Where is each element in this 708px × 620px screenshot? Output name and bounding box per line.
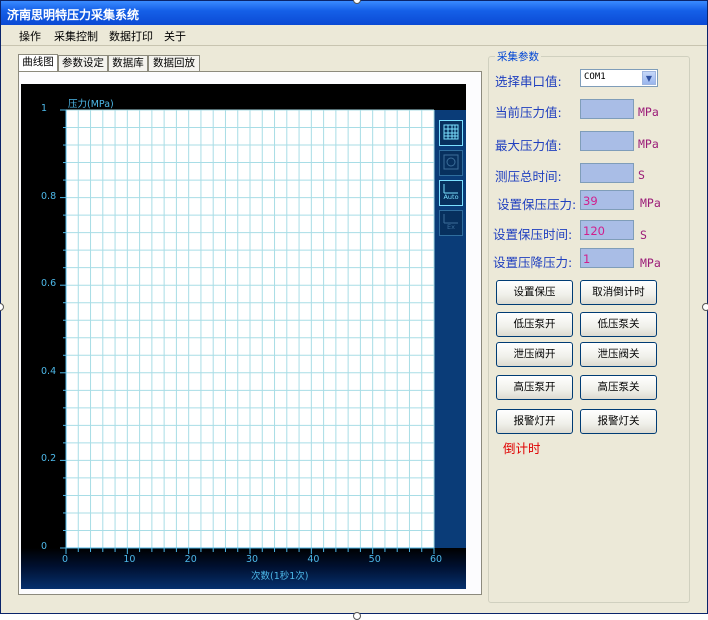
current-pressure-label: 当前压力值: — [495, 105, 562, 120]
hold-time-label: 设置保压时间: — [493, 227, 573, 242]
menu-bar: 操作 采集控制 数据打印 关于 — [1, 25, 707, 46]
y-tick-label: 0.4 — [41, 365, 57, 377]
total-time-field[interactable] — [580, 163, 634, 183]
total-time-label: 测压总时间: — [495, 169, 562, 184]
hold-pressure-unit: MPa — [640, 196, 661, 210]
alarm-light-on-button[interactable]: 报警灯开 — [496, 409, 573, 434]
x-tick-label: 50 — [368, 554, 381, 565]
port-value: COM1 — [584, 72, 606, 82]
tab-data-playback[interactable]: 数据回放 — [148, 55, 200, 71]
menu-item-data-print[interactable]: 数据打印 — [109, 28, 153, 44]
tab-param-settings[interactable]: 参数设定 — [58, 55, 108, 71]
x-tick-label: 60 — [430, 554, 443, 565]
menu-item-acquisition-control[interactable]: 采集控制 — [54, 28, 98, 44]
max-pressure-field[interactable] — [580, 131, 634, 151]
tab-database[interactable]: 数据库 — [108, 55, 148, 71]
hold-pressure-field[interactable]: 39 — [580, 190, 634, 210]
title-bar[interactable]: 济南思明特压力采集系统 — [1, 1, 707, 25]
max-pressure-unit: MPa — [638, 137, 659, 151]
x-tick-label: 40 — [307, 554, 320, 565]
x-tick-label: 30 — [246, 554, 259, 565]
set-hold-button[interactable]: 设置保压 — [496, 280, 573, 305]
port-label: 选择串口值: — [495, 74, 562, 89]
relief-valve-open-button[interactable]: 泄压阀开 — [496, 342, 573, 367]
pressure-chart[interactable]: Auto Ex 压力(MPa) 次数(1秒1次) 0 10 20 30 40 50 60 0 0… — [21, 84, 466, 589]
y-tick-label: 0.6 — [41, 278, 57, 290]
low-pump-on-button[interactable]: 低压泵开 — [496, 312, 573, 337]
y-tick-label: 0.8 — [41, 190, 57, 202]
y-tick-label: 1 — [41, 103, 48, 114]
low-pump-off-button[interactable]: 低压泵关 — [580, 312, 657, 337]
drop-pressure-unit: MPa — [640, 256, 661, 270]
tab-curve[interactable]: 曲线图 — [18, 54, 58, 72]
total-time-unit: S — [638, 168, 645, 182]
drop-pressure-label: 设置压降压力: — [493, 255, 573, 270]
current-pressure-field[interactable] — [580, 99, 634, 119]
menu-item-about[interactable]: 关于 — [164, 28, 186, 44]
group-title: 采集参数 — [497, 51, 539, 63]
drop-pressure-field[interactable]: 1 — [580, 248, 634, 268]
y-tick-label: 0.2 — [41, 453, 57, 465]
cancel-countdown-button[interactable]: 取消倒计时 — [580, 280, 657, 305]
hold-time-unit: S — [640, 228, 647, 242]
y-axis-label: 压力(MPa) — [68, 99, 114, 110]
alarm-light-off-button[interactable]: 报警灯关 — [580, 409, 657, 434]
resize-handle-bottom[interactable] — [353, 612, 361, 620]
high-pump-on-button[interactable]: 高压泵开 — [496, 375, 573, 400]
chevron-down-icon[interactable]: ▼ — [642, 71, 656, 85]
high-pump-off-button[interactable]: 高压泵关 — [580, 375, 657, 400]
hold-pressure-label: 设置保压压力: — [497, 197, 577, 212]
x-axis-label: 次数(1秒1次) — [251, 571, 309, 582]
countdown-label: 倒计时 — [503, 441, 541, 456]
current-pressure-unit: MPa — [638, 105, 659, 119]
x-tick-label: 20 — [184, 554, 197, 565]
x-tick-label: 10 — [123, 554, 136, 565]
window-title: 济南思明特压力采集系统 — [7, 8, 140, 22]
port-select[interactable]: COM1 ▼ — [580, 69, 658, 87]
y-tick-label: 0 — [41, 541, 48, 552]
chart-grid — [60, 109, 435, 554]
relief-valve-close-button[interactable]: 泄压阀关 — [580, 342, 657, 367]
x-tick-label: 0 — [62, 554, 69, 565]
hold-time-field[interactable]: 120 — [580, 220, 634, 240]
resize-handle-right[interactable] — [702, 303, 708, 311]
max-pressure-label: 最大压力值: — [495, 138, 562, 153]
menu-item-operate[interactable]: 操作 — [19, 28, 41, 44]
